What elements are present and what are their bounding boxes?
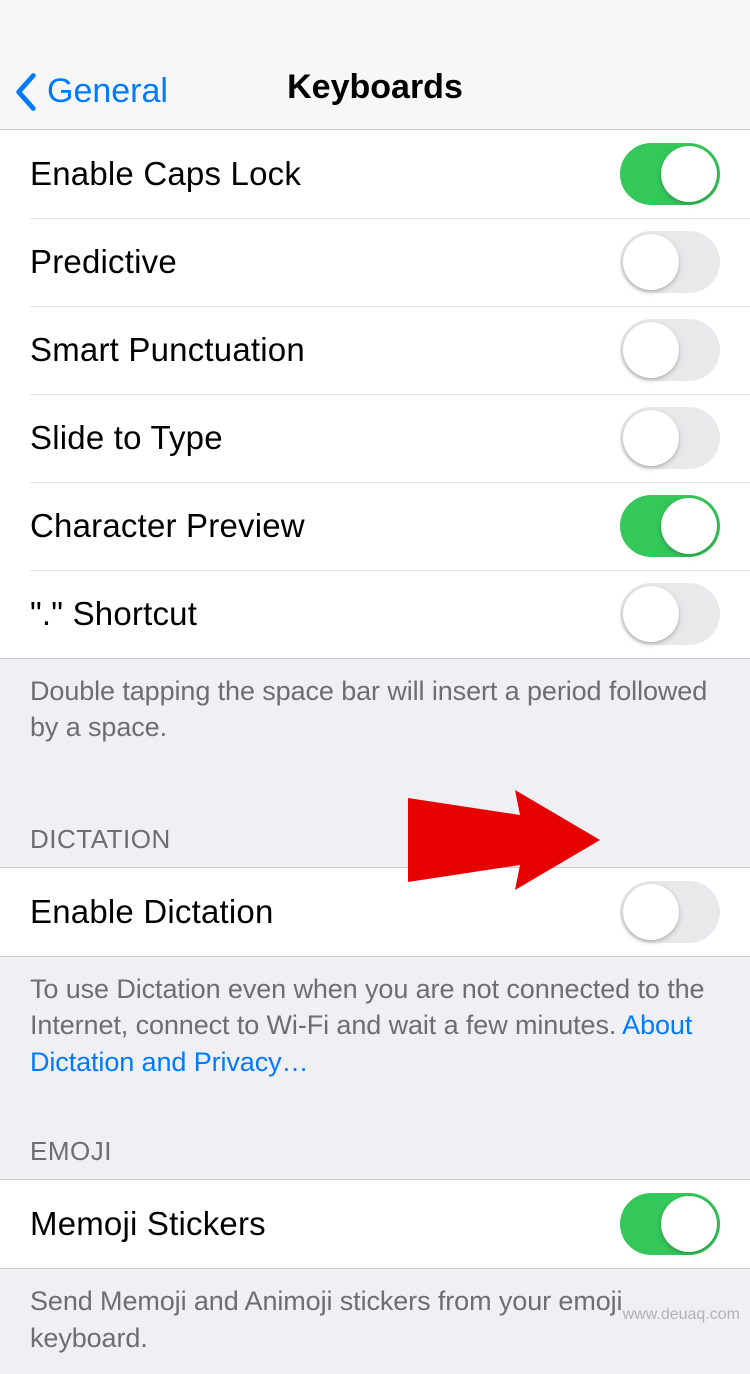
row-label: Character Preview [30, 507, 305, 545]
row-label: Smart Punctuation [30, 331, 305, 369]
row-enable-dictation: Enable Dictation [0, 868, 750, 956]
toggle-smart-punctuation[interactable] [620, 319, 720, 381]
toggle-knob [623, 410, 679, 466]
watermark: www.deuaq.com [623, 1306, 740, 1324]
row-label: Memoji Stickers [30, 1205, 266, 1243]
toggle-knob [623, 586, 679, 642]
row-character-preview: Character Preview [0, 482, 750, 570]
toggle-memoji-stickers[interactable] [620, 1193, 720, 1255]
toggle-knob [661, 498, 717, 554]
back-label: General [47, 72, 168, 111]
toggle-knob [623, 884, 679, 940]
footer-shortcut-description: Double tapping the space bar will insert… [0, 659, 750, 764]
toggle-enable-caps-lock[interactable] [620, 143, 720, 205]
row-predictive: Predictive [0, 218, 750, 306]
toggle-knob [661, 146, 717, 202]
toggle-slide-to-type[interactable] [620, 407, 720, 469]
toggle-knob [623, 322, 679, 378]
row-label: Enable Dictation [30, 893, 274, 931]
row-label: "." Shortcut [30, 595, 197, 633]
footer-dictation-description: To use Dictation even when you are not c… [0, 957, 750, 1098]
row-enable-caps-lock: Enable Caps Lock [0, 130, 750, 218]
toggle-knob [623, 234, 679, 290]
row-label: Enable Caps Lock [30, 155, 301, 193]
emoji-section: Memoji Stickers [0, 1179, 750, 1269]
dictation-section: Enable Dictation [0, 867, 750, 957]
toggle-predictive[interactable] [620, 231, 720, 293]
chevron-left-icon [15, 73, 37, 111]
row-memoji-stickers: Memoji Stickers [0, 1180, 750, 1268]
toggle-enable-dictation[interactable] [620, 881, 720, 943]
section-header-dictation: DICTATION [0, 764, 750, 867]
toggle-knob [661, 1196, 717, 1252]
keyboard-settings-section: Enable Caps Lock Predictive Smart Punctu… [0, 129, 750, 659]
toggle-character-preview[interactable] [620, 495, 720, 557]
row-period-shortcut: "." Shortcut [0, 570, 750, 658]
section-header-emoji: EMOJI [0, 1098, 750, 1179]
row-smart-punctuation: Smart Punctuation [0, 306, 750, 394]
row-slide-to-type: Slide to Type [0, 394, 750, 482]
navigation-bar: General Keyboards [0, 0, 750, 130]
dictation-footer-text: To use Dictation even when you are not c… [30, 974, 704, 1040]
toggle-period-shortcut[interactable] [620, 583, 720, 645]
row-label: Predictive [30, 243, 177, 281]
row-label: Slide to Type [30, 419, 223, 457]
back-button[interactable]: General [15, 72, 168, 111]
